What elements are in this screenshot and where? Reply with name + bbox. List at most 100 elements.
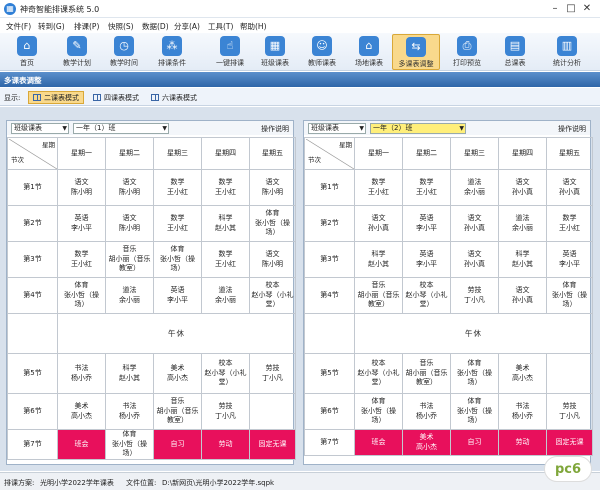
lesson-cell[interactable]: 体育 张小哲（操场） bbox=[153, 241, 202, 278]
help-link[interactable]: 操作说明 bbox=[261, 124, 289, 134]
lesson-cell[interactable]: 语文 陈小明 bbox=[249, 169, 296, 206]
lesson-cell[interactable]: 英语 李小平 bbox=[402, 241, 451, 278]
lesson-cell[interactable]: 劳技 丁小凡 bbox=[546, 393, 593, 430]
lesson-cell[interactable]: 数学 王小红 bbox=[57, 241, 106, 278]
lesson-cell[interactable]: 数学 王小红 bbox=[546, 205, 593, 242]
lesson-cell[interactable]: 语文 陈小明 bbox=[57, 169, 106, 206]
toolbar-class-table-button[interactable]: ▦ 班级课表 bbox=[252, 34, 298, 70]
lesson-cell[interactable]: 语文 陈小明 bbox=[105, 169, 154, 206]
class-select[interactable]: 一年（2）班 ▼ bbox=[370, 123, 466, 134]
menu-goto[interactable]: 转到(G) bbox=[38, 21, 65, 32]
class-select[interactable]: 一年（1）班 ▼ bbox=[73, 123, 169, 134]
lesson-cell[interactable]: 音乐 胡小丽（音乐教室） bbox=[354, 277, 403, 314]
minimize-button[interactable]: – bbox=[548, 2, 562, 16]
lesson-cell[interactable]: 班会 bbox=[354, 429, 403, 456]
toolbar-teacher-table-button[interactable]: ☺ 教师课表 bbox=[299, 34, 345, 70]
lesson-cell[interactable]: 体育 张小哲（操场） bbox=[450, 353, 499, 394]
toolbar-multi-adjust-button[interactable]: ⇆ 多课表调整 bbox=[392, 34, 440, 70]
lesson-cell[interactable]: 道法 余小丽 bbox=[450, 169, 499, 206]
lesson-cell[interactable]: 科学 赵小其 bbox=[201, 205, 250, 242]
lesson-cell[interactable]: 劳技 丁小凡 bbox=[249, 353, 296, 394]
lesson-cell[interactable]: 数学 王小红 bbox=[402, 169, 451, 206]
lesson-cell[interactable]: 校本 赵小琴（小礼堂） bbox=[402, 277, 451, 314]
lesson-cell[interactable]: 劳动 bbox=[498, 429, 547, 456]
lesson-cell[interactable]: 书法 杨小乔 bbox=[402, 393, 451, 430]
lesson-cell[interactable]: 道法 余小丽 bbox=[498, 205, 547, 242]
lesson-cell[interactable]: 道法 余小丽 bbox=[105, 277, 154, 314]
lesson-cell[interactable]: 体育 张小哲（操场） bbox=[249, 205, 296, 242]
lesson-cell[interactable] bbox=[546, 353, 593, 394]
menu-help[interactable]: 帮助(H) bbox=[240, 21, 267, 32]
toolbar-conditions-button[interactable]: ⁂ 排课条件 bbox=[149, 34, 195, 70]
lesson-cell[interactable]: 书法 杨小乔 bbox=[498, 393, 547, 430]
lesson-cell[interactable]: 劳动 bbox=[201, 429, 250, 460]
lesson-cell[interactable] bbox=[249, 393, 296, 430]
lesson-cell[interactable]: 自习 bbox=[450, 429, 499, 456]
lesson-cell[interactable]: 体育 张小哲（操场） bbox=[354, 393, 403, 430]
lesson-cell[interactable]: 语文 陈小明 bbox=[249, 241, 296, 278]
lesson-cell[interactable]: 校本 赵小琴（小礼堂） bbox=[354, 353, 403, 394]
close-button[interactable]: ✕ bbox=[580, 2, 594, 16]
lesson-cell[interactable]: 数学 王小红 bbox=[153, 169, 202, 206]
lesson-cell[interactable]: 体育 张小哲（操场） bbox=[450, 393, 499, 430]
lesson-cell[interactable]: 数学 王小红 bbox=[201, 241, 250, 278]
lesson-cell[interactable]: 科学 赵小其 bbox=[105, 353, 154, 394]
lesson-cell[interactable]: 英语 李小平 bbox=[546, 241, 593, 278]
toolbar-auto-schedule-button[interactable]: ☝ 一键排课 bbox=[207, 34, 253, 70]
lesson-cell[interactable]: 语文 陈小明 bbox=[105, 205, 154, 242]
toolbar-home-button[interactable]: ⌂ 首页 bbox=[4, 34, 50, 70]
lesson-cell[interactable]: 美术 高小杰 bbox=[402, 429, 451, 456]
lesson-cell[interactable]: 数学 王小红 bbox=[354, 169, 403, 206]
lesson-cell[interactable]: 劳技 丁小凡 bbox=[201, 393, 250, 430]
mode-four-tables[interactable]: 四课表模式 bbox=[88, 91, 144, 104]
lesson-cell[interactable]: 语文 孙小真 bbox=[498, 277, 547, 314]
mode-two-tables[interactable]: 二课表模式 bbox=[28, 91, 84, 104]
lesson-cell[interactable]: 校本 赵小琴（小礼堂） bbox=[249, 277, 296, 314]
toolbar-plan-button[interactable]: ✎ 教学计划 bbox=[54, 34, 100, 70]
help-link[interactable]: 操作说明 bbox=[558, 124, 586, 134]
lesson-cell[interactable]: 语文 孙小真 bbox=[450, 241, 499, 278]
lesson-cell[interactable]: 音乐 胡小丽（音乐教室） bbox=[105, 241, 154, 278]
lesson-cell[interactable]: 英语 李小平 bbox=[402, 205, 451, 242]
lesson-cell[interactable]: 固定无课 bbox=[546, 429, 593, 456]
lesson-cell[interactable]: 体育 张小哲（操场） bbox=[57, 277, 106, 314]
lesson-cell[interactable]: 美术 高小杰 bbox=[498, 353, 547, 394]
lesson-cell[interactable]: 语文 孙小真 bbox=[354, 205, 403, 242]
menu-file[interactable]: 文件(F) bbox=[6, 21, 31, 32]
lesson-cell[interactable]: 英语 李小平 bbox=[57, 205, 106, 242]
lesson-cell[interactable]: 音乐 胡小丽（音乐教室） bbox=[153, 393, 202, 430]
lesson-cell[interactable]: 美术 高小杰 bbox=[57, 393, 106, 430]
lesson-cell[interactable]: 书法 杨小乔 bbox=[105, 393, 154, 430]
table-type-select[interactable]: 班级课表 ▼ bbox=[11, 123, 69, 134]
lesson-cell[interactable]: 班会 bbox=[57, 429, 106, 460]
toolbar-master-table-button[interactable]: ▤ 总课表 bbox=[492, 34, 538, 70]
maximize-button[interactable]: □ bbox=[564, 2, 578, 16]
lesson-cell[interactable]: 数学 王小红 bbox=[153, 205, 202, 242]
toolbar-statistics-button[interactable]: ▥ 统计分析 bbox=[544, 34, 590, 70]
lesson-cell[interactable]: 语文 孙小真 bbox=[450, 205, 499, 242]
lesson-cell[interactable]: 语文 孙小真 bbox=[498, 169, 547, 206]
lesson-cell[interactable]: 固定无课 bbox=[249, 429, 296, 460]
table-type-select[interactable]: 班级课表 ▼ bbox=[308, 123, 366, 134]
lesson-cell[interactable]: 美术 高小杰 bbox=[153, 353, 202, 394]
menu-snapshot[interactable]: 快照(S) bbox=[108, 21, 134, 32]
menu-tools[interactable]: 工具(T) bbox=[208, 21, 233, 32]
toolbar-time-button[interactable]: ◷ 教学时间 bbox=[101, 34, 147, 70]
menu-share[interactable]: 分享(A) bbox=[174, 21, 200, 32]
menu-data[interactable]: 数据(D) bbox=[142, 21, 169, 32]
lesson-cell[interactable]: 数学 王小红 bbox=[201, 169, 250, 206]
lesson-cell[interactable]: 语文 孙小真 bbox=[546, 169, 593, 206]
menu-schedule[interactable]: 排课(P) bbox=[74, 21, 99, 32]
toolbar-print-preview-button[interactable]: ⎙ 打印预览 bbox=[444, 34, 490, 70]
lesson-cell[interactable]: 科学 赵小其 bbox=[498, 241, 547, 278]
lesson-cell[interactable]: 音乐 胡小丽（音乐教室） bbox=[402, 353, 451, 394]
lesson-cell[interactable]: 书法 杨小乔 bbox=[57, 353, 106, 394]
lesson-cell[interactable]: 道法 余小丽 bbox=[201, 277, 250, 314]
lesson-cell[interactable]: 校本 赵小琴（小礼堂） bbox=[201, 353, 250, 394]
lesson-cell[interactable]: 英语 李小平 bbox=[153, 277, 202, 314]
lesson-cell[interactable]: 自习 bbox=[153, 429, 202, 460]
lesson-cell[interactable]: 体育 张小哲（操场） bbox=[105, 429, 154, 460]
lesson-cell[interactable]: 科学 赵小其 bbox=[354, 241, 403, 278]
lesson-cell[interactable]: 劳技 丁小凡 bbox=[450, 277, 499, 314]
lesson-cell[interactable]: 体育 张小哲（操场） bbox=[546, 277, 593, 314]
